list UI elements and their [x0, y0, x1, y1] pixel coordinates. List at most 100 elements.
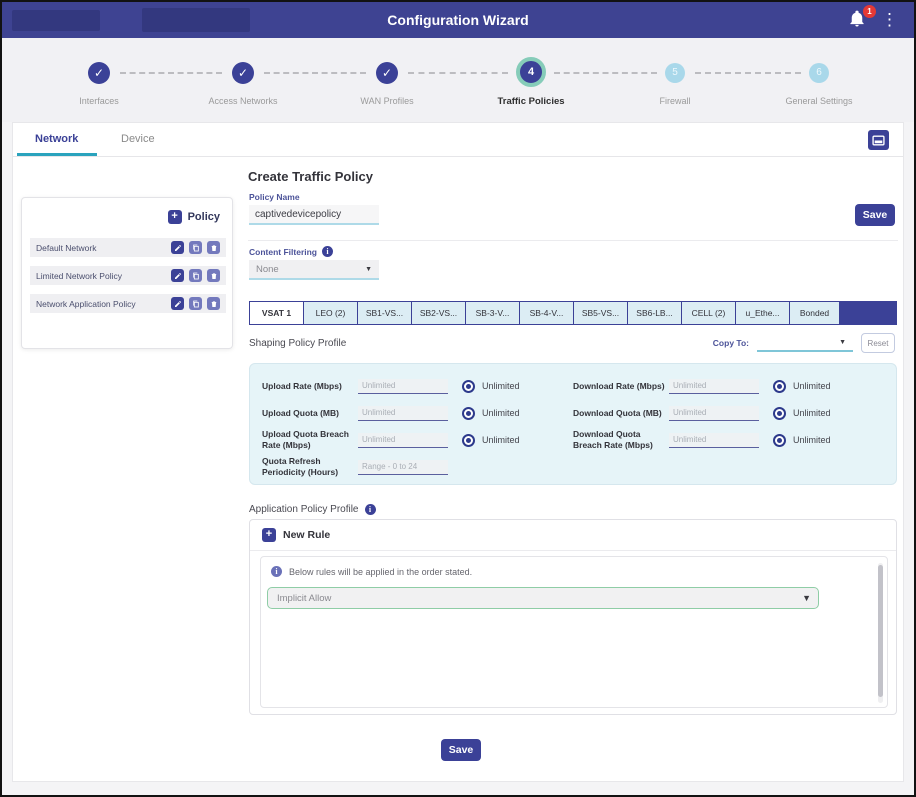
step-traffic-policies[interactable]: 4 [516, 57, 546, 87]
content-filtering-select[interactable]: None ▼ [249, 260, 379, 280]
unlimited-label: Unlimited [793, 435, 831, 445]
info-icon[interactable]: i [365, 504, 376, 515]
content-filtering-label: Content Filtering [249, 247, 317, 257]
plus-icon: + [262, 528, 276, 542]
save-policy-button[interactable]: Save [855, 204, 895, 226]
rule-select[interactable]: Implicit Allow ▼ [267, 587, 819, 609]
step-connector [554, 72, 657, 74]
wan-tab-sb4[interactable]: SB-4-V... [519, 301, 573, 325]
copy-policy-icon[interactable] [189, 269, 202, 282]
download-rate-row: Download Rate (Mbps) Unlimited [573, 373, 884, 399]
new-rule-button[interactable]: + New Rule [262, 528, 330, 542]
upload-rate-input[interactable] [358, 379, 448, 394]
new-rule-label: New Rule [283, 529, 330, 541]
step-wan-profiles[interactable]: ✓ [376, 62, 398, 84]
info-icon[interactable]: i [322, 246, 333, 257]
upload-quota-label: Upload Quota (MB) [262, 408, 358, 419]
step-connector [120, 72, 222, 74]
rules-list-container: i Below rules will be applied in the ord… [260, 556, 888, 708]
edit-policy-icon[interactable] [171, 269, 184, 282]
rules-scrollbar[interactable] [878, 563, 883, 703]
window-icon [872, 135, 885, 146]
add-policy-button[interactable]: + Policy [168, 210, 220, 224]
delete-policy-icon[interactable] [207, 269, 220, 282]
unlimited-label: Unlimited [793, 408, 831, 418]
application-profile-title: Application Policy Profile [249, 504, 359, 515]
unlimited-label: Unlimited [482, 381, 520, 391]
download-quota-label: Download Quota (MB) [573, 408, 669, 419]
notification-badge: 1 [863, 5, 876, 18]
upload-breach-unlimited-radio[interactable] [462, 434, 475, 447]
upload-quota-input[interactable] [358, 406, 448, 421]
wan-tab-leo[interactable]: LEO (2) [303, 301, 357, 325]
wan-tab-sb5[interactable]: SB5-VS... [573, 301, 627, 325]
policy-name: Limited Network Policy [36, 271, 166, 281]
download-breach-unlimited-radio[interactable] [773, 434, 786, 447]
step-access-networks[interactable]: ✓ [232, 62, 254, 84]
open-window-button[interactable] [868, 130, 889, 150]
upload-breach-rate-input[interactable] [358, 433, 448, 448]
chevron-down-icon: ▼ [365, 266, 372, 273]
step-label-access-networks: Access Networks [178, 96, 308, 106]
info-icon: i [271, 566, 282, 577]
policy-row-default-network[interactable]: Default Network [30, 238, 226, 257]
form-divider [248, 240, 898, 241]
wan-tab-cell[interactable]: CELL (2) [681, 301, 735, 325]
save-all-button[interactable]: Save [441, 739, 481, 761]
download-breach-rate-label: Download Quota Breach Rate (Mbps) [573, 429, 669, 450]
tab-network[interactable]: Network [35, 133, 78, 145]
quota-refresh-input[interactable] [358, 460, 448, 475]
download-breach-rate-input[interactable] [669, 433, 759, 448]
step-label-wan-profiles: WAN Profiles [322, 96, 452, 106]
notification-bell-button[interactable]: 1 [848, 9, 870, 31]
copy-policy-icon[interactable] [189, 241, 202, 254]
app-header: Configuration Wizard 1 ⋮ [2, 2, 914, 38]
wan-tab-strip: VSAT 1 LEO (2) SB1-VS... SB2-VS... SB-3-… [249, 301, 897, 325]
upload-rate-unlimited-radio[interactable] [462, 380, 475, 393]
step-connector [695, 72, 801, 74]
kebab-menu-icon[interactable]: ⋮ [881, 10, 898, 30]
step-general-settings[interactable]: 6 [809, 63, 829, 83]
wan-tab-overflow[interactable] [839, 301, 897, 325]
scrollbar-thumb[interactable] [878, 565, 883, 697]
reset-button[interactable]: Reset [861, 333, 895, 353]
policy-name-label: Policy Name [249, 192, 300, 202]
quota-refresh-row: Quota Refresh Periodicity (Hours) [262, 454, 573, 480]
edit-policy-icon[interactable] [171, 297, 184, 310]
download-quota-unlimited-radio[interactable] [773, 407, 786, 420]
wan-tab-ethernet[interactable]: u_Ethe... [735, 301, 789, 325]
wan-tab-sb2[interactable]: SB2-VS... [411, 301, 465, 325]
step-interfaces[interactable]: ✓ [88, 62, 110, 84]
step-label-interfaces: Interfaces [34, 96, 164, 106]
copy-to-select[interactable]: ▼ [757, 334, 853, 352]
add-policy-label: Policy [188, 211, 220, 223]
delete-policy-icon[interactable] [207, 297, 220, 310]
wan-tab-bonded[interactable]: Bonded [789, 301, 839, 325]
policy-list-panel: + Policy Default Network Limited Network… [21, 197, 233, 349]
policy-row-network-application[interactable]: Network Application Policy [30, 294, 226, 313]
configuration-wizard-screen: Configuration Wizard 1 ⋮ ✓ ✓ ✓ 4 5 6 Int… [0, 0, 916, 797]
edit-policy-icon[interactable] [171, 241, 184, 254]
policy-name-input[interactable] [249, 205, 379, 225]
rule-value: Implicit Allow [275, 593, 331, 604]
step-label-general-settings: General Settings [754, 96, 884, 106]
application-rules-card: + New Rule i Below rules will be applied… [249, 519, 897, 715]
chevron-down-icon: ▼ [802, 593, 811, 603]
policy-row-limited-network[interactable]: Limited Network Policy [30, 266, 226, 285]
delete-policy-icon[interactable] [207, 241, 220, 254]
main-content-card: Network Device + Policy Default Network [12, 122, 904, 782]
wan-tab-sb1[interactable]: SB1-VS... [357, 301, 411, 325]
download-quota-input[interactable] [669, 406, 759, 421]
upload-quota-unlimited-radio[interactable] [462, 407, 475, 420]
download-rate-input[interactable] [669, 379, 759, 394]
wan-tab-vsat1[interactable]: VSAT 1 [249, 301, 303, 325]
form-title: Create Traffic Policy [248, 169, 373, 184]
wan-tab-sb3[interactable]: SB-3-V... [465, 301, 519, 325]
policy-name: Network Application Policy [36, 299, 166, 309]
tab-device[interactable]: Device [121, 133, 155, 145]
copy-policy-icon[interactable] [189, 297, 202, 310]
wan-tab-sb6[interactable]: SB6-LB... [627, 301, 681, 325]
rule-divider [250, 550, 896, 551]
download-rate-unlimited-radio[interactable] [773, 380, 786, 393]
step-firewall[interactable]: 5 [665, 63, 685, 83]
